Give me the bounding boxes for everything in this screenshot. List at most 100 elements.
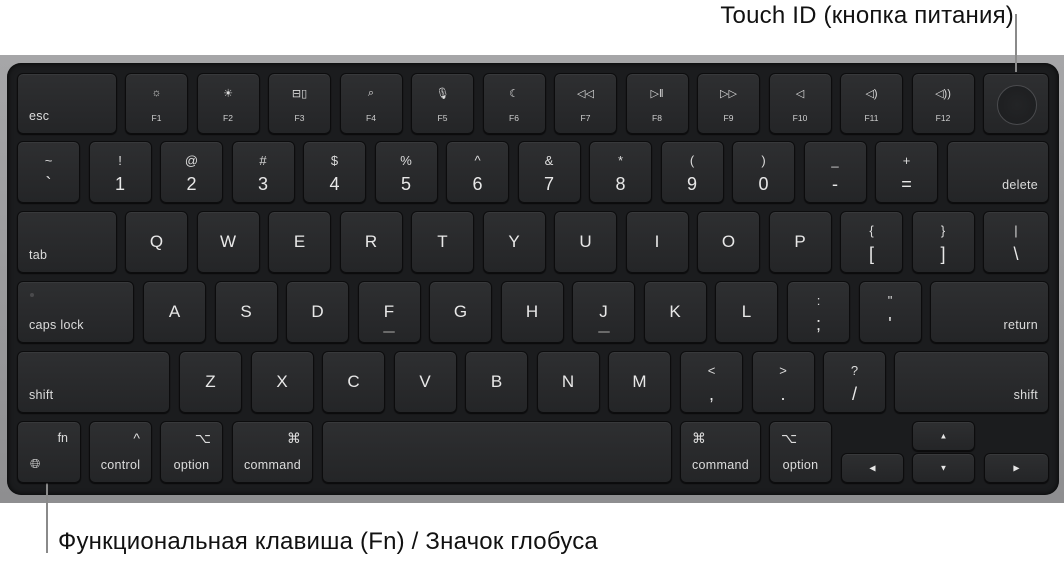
letter-key-f[interactable]: F: [357, 281, 421, 343]
right-command-key[interactable]: ⌘ command: [680, 421, 761, 483]
arrow-down-key[interactable]: ▼: [912, 453, 975, 483]
letter-label: F: [383, 302, 395, 321]
letter-label: M: [632, 372, 647, 391]
symbol-key-1[interactable]: }]: [911, 211, 975, 273]
key-f2[interactable]: ☀ F2: [196, 73, 260, 134]
letter-key-j[interactable]: J: [572, 281, 635, 343]
arrow-up-key[interactable]: ▲: [912, 421, 975, 451]
letter-key-c[interactable]: C: [322, 351, 385, 413]
right-option-key[interactable]: ⌥ option: [769, 421, 832, 483]
number-key-4[interactable]: $4: [303, 141, 366, 203]
brightness-up-icon: ☀: [223, 88, 233, 100]
number-key-0[interactable]: ) 0: [732, 141, 795, 203]
arrow-right-key[interactable]: ▶: [984, 453, 1049, 483]
letter-label: P: [794, 232, 806, 251]
letter-key-m[interactable]: M: [608, 351, 671, 413]
key-f7[interactable]: ◁◁ F7: [554, 73, 617, 134]
number-key-8[interactable]: * 8: [589, 141, 652, 203]
symbol-key-0[interactable]: {[: [840, 211, 903, 273]
letter-key-u[interactable]: U: [554, 211, 617, 273]
letter-key-r[interactable]: R: [339, 211, 403, 273]
letter-key-v[interactable]: V: [393, 351, 457, 413]
left-shift-key[interactable]: shift: [17, 351, 170, 413]
letter-key-d[interactable]: D: [286, 281, 349, 343]
number-key-=[interactable]: + =: [875, 141, 938, 203]
delete-label: delete: [1002, 178, 1038, 192]
letter-key-z[interactable]: Z: [179, 351, 242, 413]
delete-key[interactable]: delete: [947, 141, 1049, 203]
letter-key-h[interactable]: H: [500, 281, 564, 343]
letter-key-t[interactable]: T: [411, 211, 474, 273]
symbol-key-bottom-0[interactable]: <,: [680, 351, 743, 413]
letter-label: Z: [205, 372, 216, 391]
base-symbol: \: [1013, 244, 1019, 264]
base-symbol: 2: [186, 174, 197, 194]
letter-key-o[interactable]: O: [697, 211, 760, 273]
f6-label: F6: [509, 113, 519, 123]
letter-key-i[interactable]: I: [625, 211, 689, 273]
fn-globe-key[interactable]: fn 🌐︎: [17, 421, 81, 483]
symbol-key-2[interactable]: | \: [983, 211, 1049, 273]
left-command-key[interactable]: ⌘ command: [232, 421, 313, 483]
volume-up-icon: ◁)): [935, 88, 951, 100]
caps-lock-key[interactable]: caps lock: [17, 281, 134, 343]
number-key-5[interactable]: % 5: [374, 141, 438, 203]
f2-label: F2: [223, 113, 233, 123]
key-f8[interactable]: ▷‖ F8: [625, 73, 689, 134]
symbol-key-bottom-1[interactable]: >.: [751, 351, 815, 413]
letter-key-y[interactable]: Y: [482, 211, 546, 273]
letter-key-l[interactable]: L: [715, 281, 778, 343]
symbol-key-home-0[interactable]: :;: [787, 281, 850, 343]
letter-key-q[interactable]: Q: [125, 211, 188, 273]
number-key--[interactable]: _ -: [803, 141, 867, 203]
number-key-7[interactable]: & 7: [517, 141, 581, 203]
number-key-9[interactable]: (9: [660, 141, 724, 203]
key-f6[interactable]: ☾ F6: [482, 73, 546, 134]
tab-key[interactable]: tab: [17, 211, 117, 273]
esc-key[interactable]: esc: [17, 73, 117, 134]
key-f5[interactable]: 🎙︎ F5: [411, 73, 474, 134]
key-f9[interactable]: ▷▷ F9: [697, 73, 760, 134]
letter-label: C: [347, 372, 360, 391]
letter-key-p[interactable]: P: [768, 211, 832, 273]
letter-key-w[interactable]: W: [196, 211, 260, 273]
arrow-left-icon: ◀: [869, 463, 876, 473]
f7-label: F7: [580, 113, 591, 123]
symbol-key-home-1[interactable]: " ': [858, 281, 922, 343]
letter-key-n[interactable]: N: [536, 351, 600, 413]
number-key-`[interactable]: ~ `: [17, 141, 80, 203]
key-f4[interactable]: ⌕ F4: [339, 73, 403, 134]
number-key-6[interactable]: ^ 6: [446, 141, 509, 203]
touch-id-key[interactable]: [983, 73, 1049, 134]
key-f11[interactable]: ◁) F11: [840, 73, 903, 134]
letter-key-x[interactable]: X: [250, 351, 314, 413]
number-key-2[interactable]: @2: [160, 141, 223, 203]
key-f3[interactable]: ⊟▯ F3: [268, 73, 331, 134]
moon-icon: ☾: [509, 88, 519, 100]
number-key-3[interactable]: #3: [231, 141, 295, 203]
return-key[interactable]: return: [930, 281, 1049, 343]
base-symbol: /: [851, 384, 857, 404]
symbol-key-bottom-2[interactable]: ? /: [823, 351, 886, 413]
left-option-label: option: [173, 458, 210, 472]
shift-symbol: ): [761, 153, 766, 168]
left-option-key[interactable]: ⌥ option: [160, 421, 223, 483]
right-shift-key[interactable]: shift: [894, 351, 1049, 413]
letter-key-a[interactable]: A: [143, 281, 206, 343]
base-symbol: 5: [400, 174, 411, 194]
key-f10[interactable]: ◁ F10: [768, 73, 832, 134]
shift-symbol: >: [779, 363, 787, 378]
space-bar[interactable]: [322, 421, 672, 483]
letter-key-e[interactable]: E: [268, 211, 331, 273]
number-key-1[interactable]: ! 1: [88, 141, 152, 203]
letter-key-g[interactable]: G: [429, 281, 492, 343]
globe-icon: 🌐︎: [30, 456, 41, 471]
letter-key-k[interactable]: K: [643, 281, 707, 343]
shift-symbol: ?: [850, 363, 859, 378]
key-f12[interactable]: ◁)) F12: [911, 73, 975, 134]
letter-key-b[interactable]: B: [465, 351, 528, 413]
left-control-key[interactable]: ^ control: [89, 421, 152, 483]
key-f1[interactable]: ☼ F1: [125, 73, 188, 134]
letter-key-s[interactable]: S: [214, 281, 278, 343]
arrow-left-key[interactable]: ◀: [841, 453, 904, 483]
